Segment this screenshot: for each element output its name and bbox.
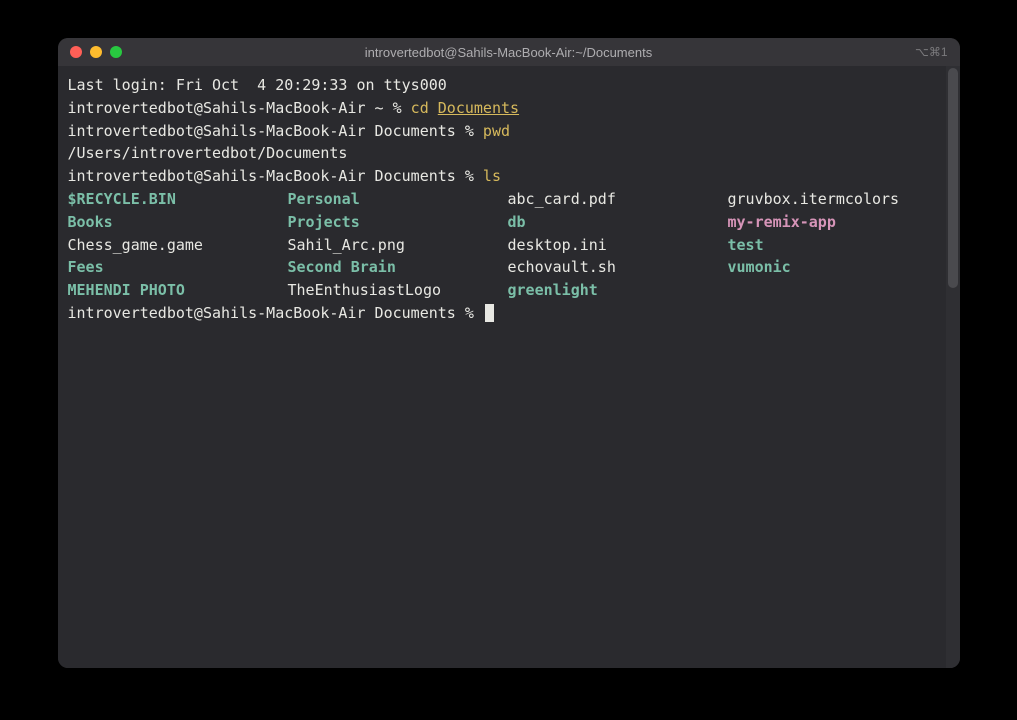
- cmd-cd: cd: [411, 99, 438, 117]
- ls-item: Fees: [68, 256, 288, 279]
- cmd-pwd: pwd: [483, 122, 510, 140]
- ls-item: $RECYCLE.BIN: [68, 188, 288, 211]
- ls-item: echovault.sh: [508, 256, 728, 279]
- ls-row: MEHENDI PHOTOTheEnthusiastLogogreenlight: [68, 279, 950, 302]
- last-login-line: Last login: Fri Oct 4 20:29:33 on ttys00…: [68, 74, 950, 97]
- title-bar: introvertedbot@Sahils-MacBook-Air:~/Docu…: [58, 38, 960, 66]
- maximize-button[interactable]: [110, 46, 122, 58]
- terminal-window: introvertedbot@Sahils-MacBook-Air:~/Docu…: [58, 38, 960, 668]
- scrollbar-thumb[interactable]: [948, 68, 958, 288]
- ls-item: Personal: [288, 188, 508, 211]
- prompt-line-cd: introvertedbot@Sahils-MacBook-Air ~ % cd…: [68, 97, 950, 120]
- cmd-cd-arg: Documents: [438, 99, 519, 117]
- cmd-ls: ls: [483, 167, 501, 185]
- ls-row: $RECYCLE.BINPersonalabc_card.pdfgruvbox.…: [68, 188, 950, 211]
- ls-item: [728, 279, 948, 302]
- ls-item: Chess_game.game: [68, 234, 288, 257]
- prompt-docs-3: introvertedbot@Sahils-MacBook-Air Docume…: [68, 304, 483, 322]
- ls-item: my-remix-app: [728, 211, 948, 234]
- ls-item: Sahil_Arc.png: [288, 234, 508, 257]
- prompt-line-pwd: introvertedbot@Sahils-MacBook-Air Docume…: [68, 120, 950, 143]
- ls-row: Chess_game.gameSahil_Arc.pngdesktop.init…: [68, 234, 950, 257]
- ls-item: Books: [68, 211, 288, 234]
- minimize-button[interactable]: [90, 46, 102, 58]
- ls-item: db: [508, 211, 728, 234]
- ls-item: Projects: [288, 211, 508, 234]
- pwd-output: /Users/introvertedbot/Documents: [68, 142, 950, 165]
- prompt-docs-2: introvertedbot@Sahils-MacBook-Air Docume…: [68, 167, 483, 185]
- prompt-home: introvertedbot@Sahils-MacBook-Air ~ %: [68, 99, 411, 117]
- ls-item: TheEnthusiastLogo: [288, 279, 508, 302]
- ls-row: FeesSecond Brainechovault.shvumonic: [68, 256, 950, 279]
- ls-item: abc_card.pdf: [508, 188, 728, 211]
- ls-item: Second Brain: [288, 256, 508, 279]
- prompt-docs-1: introvertedbot@Sahils-MacBook-Air Docume…: [68, 122, 483, 140]
- ls-output: $RECYCLE.BINPersonalabc_card.pdfgruvbox.…: [68, 188, 950, 302]
- prompt-line-ls: introvertedbot@Sahils-MacBook-Air Docume…: [68, 165, 950, 188]
- prompt-line-cursor: introvertedbot@Sahils-MacBook-Air Docume…: [68, 302, 950, 325]
- traffic-lights: [70, 46, 122, 58]
- ls-item: MEHENDI PHOTO: [68, 279, 288, 302]
- window-title: introvertedbot@Sahils-MacBook-Air:~/Docu…: [365, 45, 652, 60]
- ls-row: BooksProjectsdbmy-remix-app: [68, 211, 950, 234]
- cursor[interactable]: [485, 304, 494, 322]
- ls-item: test: [728, 234, 948, 257]
- terminal-body[interactable]: Last login: Fri Oct 4 20:29:33 on ttys00…: [58, 66, 960, 668]
- ls-item: desktop.ini: [508, 234, 728, 257]
- ls-item: gruvbox.itermcolors: [728, 188, 948, 211]
- ls-item: vumonic: [728, 256, 948, 279]
- ls-item: greenlight: [508, 279, 728, 302]
- close-button[interactable]: [70, 46, 82, 58]
- scrollbar-track[interactable]: [946, 66, 960, 668]
- window-indicator: ⌥⌘1: [915, 45, 948, 59]
